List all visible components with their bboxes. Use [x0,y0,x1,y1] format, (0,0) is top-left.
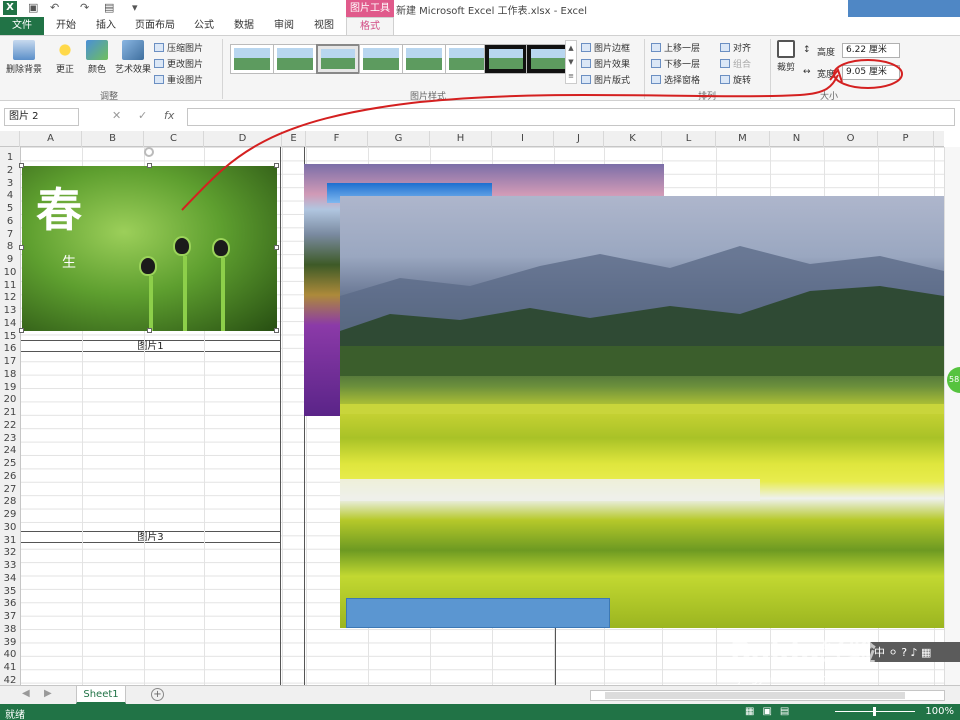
status-ready: 就绪 [5,710,25,720]
excel-window: X ▣ ↶ ↷ ▤ ▾ 图片工具 新建 Microsoft Excel 工作表.… [0,0,960,720]
vertical-scrollbar[interactable] [944,147,960,685]
baidu-watermark-url: jingyan.baidu.com [738,672,840,685]
prev-sheet-icon[interactable]: ◀ [22,688,30,699]
sheet-tab-bar: ◀ ▶ Sheet1 + [0,685,960,704]
zoom-level[interactable]: 100% [925,706,954,717]
view-buttons[interactable]: ▦▣▤ [745,706,797,717]
red-annotation [181,59,903,211]
status-bar: 就绪 ▦▣▤ 100% [0,704,960,720]
sheet-tab-sheet1[interactable]: Sheet1 [76,686,126,704]
ime-toolbar[interactable]: 中 ⚪ ? ♪ ▦ [870,642,960,662]
horizontal-scrollbar[interactable] [590,690,945,701]
scroll-thumb[interactable] [605,692,905,699]
add-sheet-button[interactable]: + [151,688,164,701]
zoom-slider[interactable] [835,707,915,716]
zoom-knob[interactable] [873,707,876,716]
next-sheet-icon[interactable]: ▶ [44,688,52,699]
baidu-watermark: Baidu经验 [730,635,876,668]
